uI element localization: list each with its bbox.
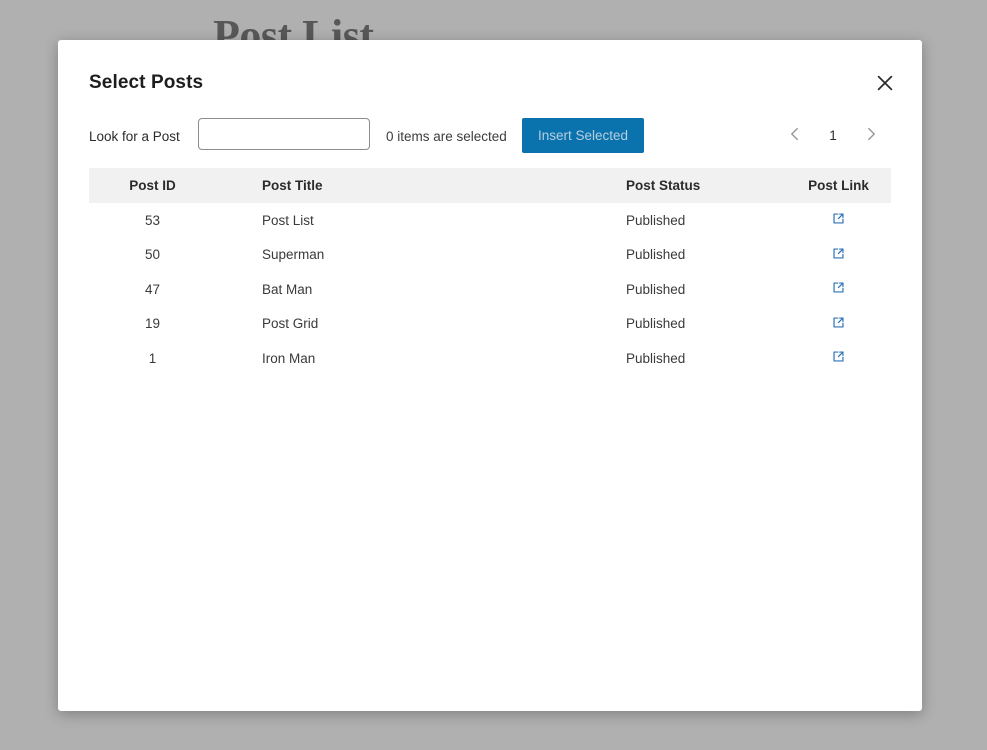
table-row[interactable]: 19 Post Grid Published <box>89 307 891 342</box>
cell-post-status: Published <box>626 247 686 263</box>
pagination-next-button[interactable] <box>851 118 891 153</box>
table-row[interactable]: 1 Iron Man Published <box>89 341 891 376</box>
table-row[interactable]: 53 Post List Published <box>89 203 891 238</box>
column-header-post-status: Post Status <box>626 178 701 193</box>
search-input[interactable] <box>198 118 370 150</box>
posts-table-body: 53 Post List Published 50 Superman Published 4… <box>89 203 891 376</box>
chevron-right-icon <box>863 126 879 145</box>
cell-post-title: Iron Man <box>262 350 316 366</box>
table-header-row: Post ID Post Title Post Status Post Link <box>89 168 891 203</box>
close-button[interactable] <box>869 67 901 99</box>
cell-post-title: Bat Man <box>262 281 313 297</box>
cell-post-id: 19 <box>144 316 161 332</box>
external-link-icon[interactable] <box>832 316 845 329</box>
external-link-icon[interactable] <box>832 281 845 294</box>
cell-post-link <box>786 238 891 273</box>
cell-post-status: Published <box>626 212 686 228</box>
pagination-current-page: 1 <box>829 128 837 143</box>
cell-post-title: Post List <box>262 212 314 228</box>
table-row[interactable]: 50 Superman Published <box>89 238 891 273</box>
cell-post-link <box>786 341 891 376</box>
close-icon <box>875 73 895 93</box>
cell-post-id: 50 <box>144 247 161 263</box>
cell-post-title: Post Grid <box>262 316 319 332</box>
pagination-prev-button[interactable] <box>775 118 815 153</box>
cell-post-status: Published <box>626 316 686 332</box>
insert-selected-button[interactable]: Insert Selected <box>522 118 645 153</box>
chevron-left-icon <box>787 126 803 145</box>
cell-post-link <box>786 272 891 307</box>
column-header-post-title: Post Title <box>262 178 323 193</box>
cell-post-title: Superman <box>262 247 325 263</box>
cell-post-link <box>786 307 891 342</box>
selected-count-label: 0 items are selected <box>386 129 507 144</box>
search-label: Look for a Post <box>89 129 180 144</box>
posts-table-head: Post ID Post Title Post Status Post Link <box>89 168 891 203</box>
cell-post-status: Published <box>626 281 686 297</box>
posts-table: Post ID Post Title Post Status Post Link… <box>89 168 891 376</box>
cell-post-id: 1 <box>148 350 157 366</box>
select-posts-modal: Select Posts Look for a Post 0 items are… <box>58 40 922 711</box>
posts-table-wrapper: Post ID Post Title Post Status Post Link… <box>89 168 891 376</box>
external-link-icon[interactable] <box>832 212 845 225</box>
cell-post-id: 47 <box>144 281 161 297</box>
column-header-post-link: Post Link <box>808 178 869 193</box>
cell-post-id: 53 <box>144 212 161 228</box>
cell-post-status: Published <box>626 350 686 366</box>
modal-toolbar: Look for a Post 0 items are selected Ins… <box>89 118 891 156</box>
pagination: 1 <box>775 118 891 153</box>
external-link-icon[interactable] <box>832 247 845 260</box>
external-link-icon[interactable] <box>832 350 845 363</box>
modal-title: Select Posts <box>89 72 204 93</box>
column-header-post-id: Post ID <box>129 178 176 193</box>
cell-post-link <box>786 203 891 238</box>
table-row[interactable]: 47 Bat Man Published <box>89 272 891 307</box>
